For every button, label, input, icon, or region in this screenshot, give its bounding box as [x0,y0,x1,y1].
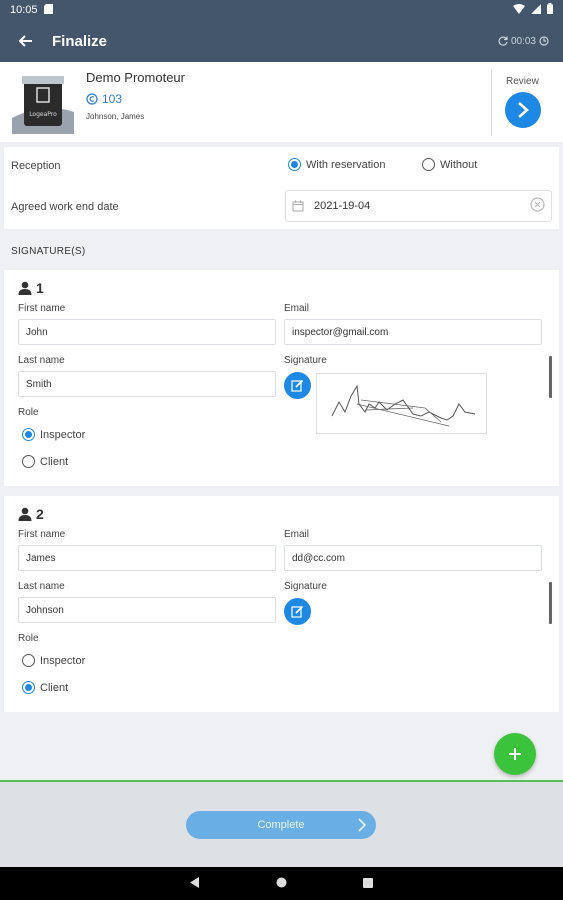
reception-option-label: With reservation [306,158,386,171]
radio-unselected-icon[interactable] [22,654,35,667]
sd-card-icon [43,3,53,17]
battery-icon [547,3,553,17]
radio-selected-icon[interactable] [288,158,301,171]
work-end-date-field[interactable]: 2021-19-04 [285,190,552,222]
role-option-inspector[interactable]: Inspector [22,654,85,667]
divider [491,70,492,136]
edit-signature-button[interactable] [284,372,311,399]
signature-number-value: 1 [36,280,44,296]
role-option-label: Client [40,455,69,468]
work-end-date-label: Agreed work end date [11,201,119,213]
radio-unselected-icon[interactable] [422,158,435,171]
plus-icon [509,748,521,760]
chevron-right-icon [358,818,366,832]
timer-value: 00:03 [510,35,536,47]
signal-icon [531,3,541,17]
role-option-client[interactable]: Client [22,455,68,468]
scrollbar[interactable] [549,356,552,398]
project-count-value: 103 [102,92,123,106]
role-label: Role [18,407,39,418]
clear-date-button[interactable] [530,197,545,215]
signature-label: Signature [284,355,327,366]
role-option-label: Client [40,681,69,694]
wifi-icon [513,3,525,17]
person-icon [18,281,32,295]
scrollbar[interactable] [549,582,552,624]
status-bar: 10:05 [0,0,563,20]
clock-icon [539,36,549,46]
role-option-inspector[interactable]: Inspector [22,428,85,441]
page-title: Finalize [52,32,108,50]
logo-text: LogeaPro [29,111,57,118]
first-name-field[interactable]: John [18,319,276,345]
square-recents-icon [363,877,373,888]
work-end-date-value: 2021-19-04 [314,200,371,212]
person-icon [18,507,32,521]
review-label: Review [506,76,539,87]
reception-card: Reception With reservation Without Agree… [4,147,559,229]
complete-label: Complete [257,819,305,831]
signatures-heading: SIGNATURE(S) [11,246,86,257]
signature-number-value: 2 [36,506,44,522]
reception-option-without[interactable]: Without [422,158,477,171]
calendar-icon [292,200,304,212]
role-option-label: Inspector [40,654,86,667]
project-name: Demo Promoteur [86,70,185,85]
signature-label: Signature [284,581,327,592]
signature-number: 1 [18,280,44,296]
role-option-label: Inspector [40,428,86,441]
complete-button[interactable]: Complete [186,811,376,839]
radio-selected-icon[interactable] [22,681,35,694]
signature-card-1: 1 First name John Email inspector@gmail.… [4,270,559,486]
project-card: LogeaPro Demo Promoteur 103 Johnson, Jam… [0,62,563,142]
project-count: 103 [86,92,122,106]
sync-timer: 00:03 [498,36,549,47]
arrow-left-icon [19,35,32,47]
last-name-field[interactable]: Johnson [18,597,276,623]
edit-icon [291,605,304,618]
bottom-panel: Complete [0,780,563,867]
signature-number: 2 [18,506,44,522]
edit-icon [291,379,304,392]
add-signature-button[interactable] [494,733,536,775]
triangle-back-icon [190,876,199,888]
email-field[interactable]: inspector@gmail.com [284,319,542,345]
nav-home-button[interactable] [276,875,287,893]
radio-unselected-icon[interactable] [22,455,35,468]
circle-home-icon [276,877,287,887]
radio-selected-icon[interactable] [22,428,35,441]
signature-image [316,373,487,434]
project-user: Johnson, James [86,112,145,121]
first-name-label: First name [18,303,66,314]
last-name-label: Last name [18,581,65,592]
first-name-label: First name [18,529,66,540]
system-nav-bar [0,867,563,900]
status-time: 10:05 [10,4,38,16]
email-label: Email [284,529,310,540]
last-name-field[interactable]: Smith [18,371,276,397]
review-button[interactable] [505,92,541,128]
reception-label: Reception [11,160,61,172]
close-circle-icon [530,197,545,212]
back-button[interactable] [0,20,52,62]
nav-back-button[interactable] [190,875,200,893]
nav-recents-button[interactable] [363,875,373,893]
sync-icon [498,36,508,46]
email-field[interactable]: dd@cc.com [284,545,542,571]
role-option-client[interactable]: Client [22,681,68,694]
chevron-right-icon [518,102,529,118]
email-label: Email [284,303,310,314]
signature-card-2: 2 First name James Email dd@cc.com Last … [4,496,559,712]
first-name-field[interactable]: James [18,545,276,571]
edit-signature-button[interactable] [284,598,311,625]
role-label: Role [18,633,39,644]
project-logo: LogeaPro [12,72,74,134]
last-name-label: Last name [18,355,65,366]
reception-option-with-reservation[interactable]: With reservation [288,158,385,171]
app-bar: Finalize 00:03 [0,20,563,62]
copyright-circle-icon [86,93,98,105]
reception-option-label: Without [440,158,478,171]
